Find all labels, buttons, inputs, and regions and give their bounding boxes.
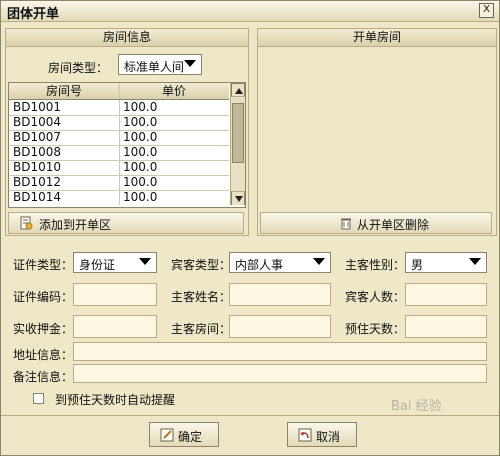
auto-reminder-label[interactable]: 到预住天数时自动提醒 xyxy=(55,391,175,408)
open-rooms-panel: 开单房间 从开单区删除 xyxy=(257,28,497,236)
cancel-button[interactable]: 取消 xyxy=(287,422,357,447)
host-name-label: 主客姓名： xyxy=(171,290,232,304)
guest-type-value: 内部人事 xyxy=(235,258,284,272)
table-row[interactable]: BD1010 100.0 xyxy=(9,160,229,176)
cancel-label: 取消 xyxy=(316,430,341,444)
id-number-input[interactable] xyxy=(73,283,157,306)
price-cell: 100.0 xyxy=(123,130,158,144)
column-header-price[interactable]: 单价 xyxy=(119,83,229,99)
group-checkin-window: 团体开单 X 房间信息 房间类型： 标准单人间 房间号 单价 BD1001 10… xyxy=(0,0,500,456)
room-number-cell: BD1012 xyxy=(13,175,62,189)
open-rooms-header: 开单房间 xyxy=(258,29,496,47)
guest-count-label: 宾客人数： xyxy=(345,290,406,304)
price-cell: 100.0 xyxy=(123,190,158,204)
chevron-down-icon xyxy=(313,258,325,265)
edit-icon xyxy=(160,428,174,442)
room-number-cell: BD1001 xyxy=(13,100,62,114)
price-cell: 100.0 xyxy=(123,115,158,129)
triangle-up-icon xyxy=(235,88,243,94)
triangle-down-icon xyxy=(235,196,243,202)
column-header-room-number[interactable]: 房间号 xyxy=(9,83,119,99)
price-cell: 100.0 xyxy=(123,160,158,174)
address-input[interactable] xyxy=(73,342,487,361)
host-name-input[interactable] xyxy=(229,283,331,306)
trash-icon xyxy=(339,216,353,230)
scroll-down-button[interactable] xyxy=(231,191,245,205)
room-number-cell: BD1007 xyxy=(13,130,62,144)
chevron-down-icon xyxy=(469,258,481,265)
guest-type-label: 宾客类型： xyxy=(171,258,232,272)
deposit-label: 实收押金： xyxy=(13,322,74,336)
table-row[interactable]: BD1008 100.0 xyxy=(9,145,229,161)
dialog-footer: 确定 取消 xyxy=(1,415,499,455)
id-type-label: 证件类型： xyxy=(13,258,74,272)
table-row[interactable]: BD1007 100.0 xyxy=(9,130,229,146)
room-table: 房间号 单价 BD1001 100.0 BD1004 100.0 BD1007 … xyxy=(8,82,246,208)
room-info-panel: 房间信息 房间类型： 标准单人间 房间号 单价 BD1001 100.0 BD1… xyxy=(5,28,249,236)
close-button[interactable]: X xyxy=(479,3,494,18)
table-row[interactable]: BD1012 100.0 xyxy=(9,175,229,191)
id-type-value: 身份证 xyxy=(79,258,116,272)
address-label: 地址信息： xyxy=(13,348,74,362)
table-row[interactable]: BD1001 100.0 xyxy=(9,100,229,116)
host-gender-label: 主客性别： xyxy=(345,258,406,272)
host-room-input[interactable] xyxy=(229,315,331,338)
chevron-down-icon xyxy=(139,258,151,265)
chevron-down-icon xyxy=(184,60,196,67)
room-info-header: 房间信息 xyxy=(6,29,248,47)
stay-days-label: 预住天数： xyxy=(345,322,406,336)
remove-from-open-area-label: 从开单区删除 xyxy=(357,218,430,232)
stay-days-input[interactable] xyxy=(405,315,487,338)
watermark: Bai 经验 xyxy=(391,399,442,414)
undo-icon xyxy=(298,428,312,442)
window-title: 团体开单 xyxy=(7,7,60,22)
guest-type-select[interactable]: 内部人事 xyxy=(229,252,331,273)
remove-from-open-area-button[interactable]: 从开单区删除 xyxy=(260,212,492,234)
price-cell: 100.0 xyxy=(123,100,158,114)
remark-input[interactable] xyxy=(73,364,487,383)
room-number-cell: BD1010 xyxy=(13,160,62,174)
confirm-button[interactable]: 确定 xyxy=(149,422,219,447)
price-cell: 100.0 xyxy=(123,145,158,159)
scroll-up-button[interactable] xyxy=(231,83,245,97)
room-type-value: 标准单人间 xyxy=(124,60,185,74)
table-row[interactable]: BD1004 100.0 xyxy=(9,115,229,131)
room-number-cell: BD1008 xyxy=(13,145,62,159)
deposit-input[interactable] xyxy=(73,315,157,338)
room-type-label: 房间类型： xyxy=(48,61,109,75)
host-gender-select[interactable]: 男 xyxy=(405,252,487,273)
title-bar[interactable]: 团体开单 X xyxy=(1,1,499,22)
price-cell: 100.0 xyxy=(123,175,158,189)
scrollbar-thumb[interactable] xyxy=(232,103,244,163)
confirm-label: 确定 xyxy=(178,430,203,444)
guest-count-input[interactable] xyxy=(405,283,487,306)
add-to-open-area-label: 添加到开单区 xyxy=(39,218,112,232)
vertical-scrollbar[interactable] xyxy=(230,83,245,205)
host-room-label: 主客房间： xyxy=(171,322,232,336)
room-number-cell: BD1004 xyxy=(13,115,62,129)
room-number-cell: BD1014 xyxy=(13,190,62,204)
table-row[interactable]: BD1014 100.0 xyxy=(9,190,229,205)
room-table-header: 房间号 单价 xyxy=(9,83,229,100)
remark-label: 备注信息： xyxy=(13,370,74,384)
auto-reminder-checkbox[interactable] xyxy=(33,393,44,404)
id-type-select[interactable]: 身份证 xyxy=(73,252,157,273)
room-type-select[interactable]: 标准单人间 xyxy=(118,54,202,75)
add-to-open-area-button[interactable]: 添加到开单区 xyxy=(8,212,244,234)
open-rooms-area xyxy=(258,47,496,211)
add-document-icon xyxy=(19,216,33,230)
id-number-label: 证件编码： xyxy=(13,290,74,304)
host-gender-value: 男 xyxy=(411,258,424,272)
